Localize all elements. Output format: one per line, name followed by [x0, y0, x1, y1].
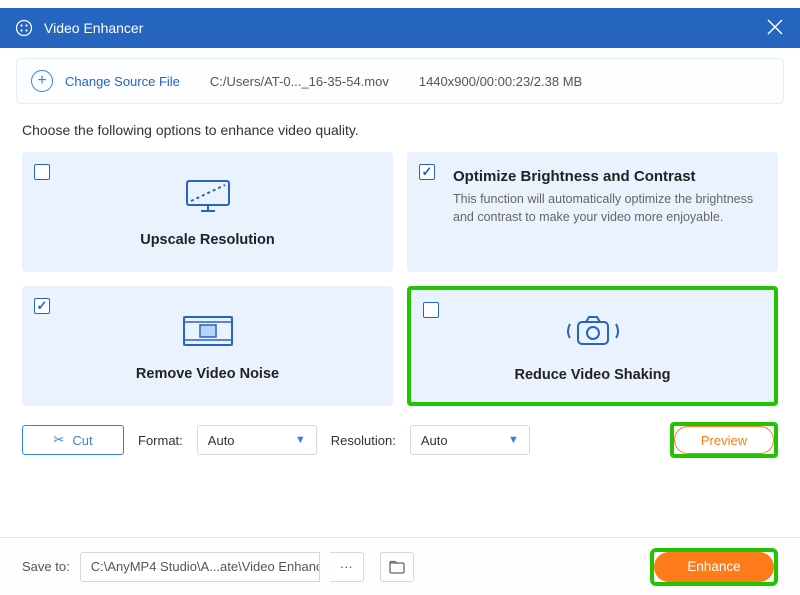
cut-label: Cut — [72, 433, 92, 448]
save-path-value: C:\AnyMP4 Studio\A...ate\Video Enhancer — [91, 559, 320, 574]
format-label: Format: — [138, 433, 183, 448]
checkbox-optimize[interactable] — [419, 164, 435, 180]
card-optimize[interactable]: Optimize Brightness and Contrast This fu… — [407, 152, 778, 272]
monitor-icon — [181, 177, 235, 222]
card-noise-title: Remove Video Noise — [136, 366, 279, 382]
folder-icon — [389, 560, 405, 574]
browse-more-button[interactable]: ··· — [330, 552, 364, 582]
enhance-label: Enhance — [687, 559, 740, 574]
resolution-select[interactable]: Auto ▼ — [410, 425, 530, 455]
instruction-text: Choose the following options to enhance … — [22, 122, 778, 138]
chevron-down-icon: ▼ — [508, 434, 519, 446]
window-title: Video Enhancer — [44, 20, 143, 36]
close-button[interactable] — [766, 18, 784, 36]
preview-button[interactable]: Preview — [674, 426, 774, 454]
checkbox-noise[interactable] — [34, 298, 50, 314]
checkbox-upscale[interactable] — [34, 164, 50, 180]
camera-shake-icon — [558, 310, 628, 357]
footer: Save to: C:\AnyMP4 Studio\A...ate\Video … — [0, 537, 800, 595]
checkbox-shake[interactable] — [423, 302, 439, 318]
source-bar: + Change Source File C:/Users/AT-0..._16… — [16, 58, 784, 104]
toolbar: ✂ Cut Format: Auto ▼ Resolution: Auto ▼ … — [22, 422, 778, 458]
titlebar: Video Enhancer — [0, 8, 800, 48]
resolution-value: Auto — [421, 433, 448, 448]
plus-icon[interactable]: + — [31, 70, 53, 92]
format-select[interactable]: Auto ▼ — [197, 425, 317, 455]
enhance-highlight: Enhance — [650, 548, 778, 586]
card-noise[interactable]: Remove Video Noise — [22, 286, 393, 406]
change-source-link[interactable]: Change Source File — [65, 74, 180, 89]
enhance-button[interactable]: Enhance — [654, 552, 774, 582]
preview-highlight: Preview — [670, 422, 778, 458]
card-optimize-title: Optimize Brightness and Contrast — [453, 168, 760, 185]
chevron-down-icon: ▼ — [295, 434, 306, 446]
card-upscale[interactable]: Upscale Resolution — [22, 152, 393, 272]
film-icon — [178, 311, 238, 356]
preview-label: Preview — [701, 433, 747, 448]
open-folder-button[interactable] — [380, 552, 414, 582]
scissors-icon: ✂ — [53, 432, 64, 448]
save-path-field[interactable]: C:\AnyMP4 Studio\A...ate\Video Enhancer — [80, 552, 320, 582]
source-meta: 1440x900/00:00:23/2.38 MB — [419, 74, 582, 89]
options-grid: Upscale Resolution Optimize Brightness a… — [22, 152, 778, 406]
source-path: C:/Users/AT-0..._16-35-54.mov — [210, 74, 389, 89]
cut-button[interactable]: ✂ Cut — [22, 425, 124, 455]
card-upscale-title: Upscale Resolution — [140, 232, 275, 248]
palette-icon — [14, 18, 34, 38]
format-value: Auto — [208, 433, 235, 448]
card-shake[interactable]: Reduce Video Shaking — [407, 286, 778, 406]
card-optimize-desc: This function will automatically optimiz… — [453, 191, 760, 226]
save-to-label: Save to: — [22, 559, 70, 574]
resolution-label: Resolution: — [331, 433, 396, 448]
card-shake-title: Reduce Video Shaking — [514, 367, 670, 383]
